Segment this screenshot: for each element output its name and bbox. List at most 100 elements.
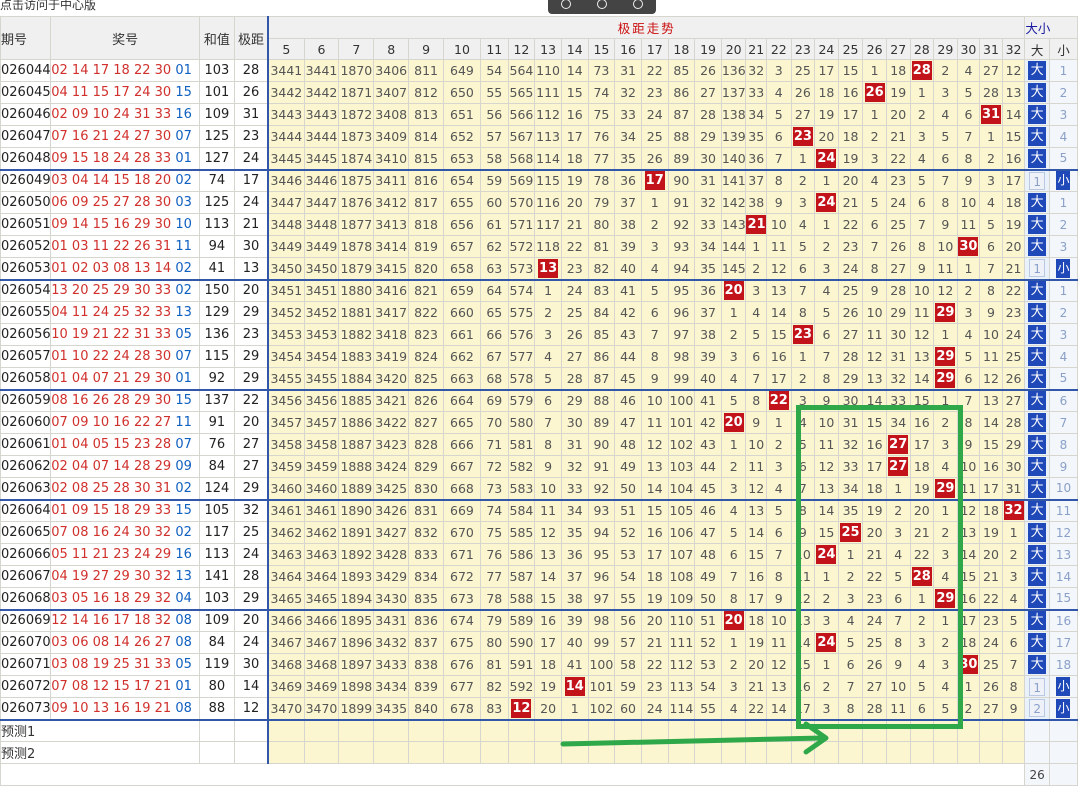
miss-count-cell: 5 [720,521,747,544]
red-balls: 07 09 10 16 22 27 [51,415,172,430]
span-hit-cell: 32 [1001,499,1026,522]
miss-count-cell: 6 [956,103,981,126]
miss-count-cell: 6 [956,367,981,391]
span-col-header: 5 [267,38,305,60]
miss-count-cell: 9 [745,411,767,434]
miss-count-cell: 667 [443,455,481,478]
predict-cell[interactable] [507,719,536,742]
predict-empty[interactable] [198,719,235,742]
miss-count-cell: 18 [534,653,562,676]
miss-count-cell: 37 [694,301,722,324]
miss-count-cell: 27 [837,323,864,346]
predict-cell[interactable] [534,719,562,742]
miss-count-cell: 30 [885,323,911,346]
predict-cell[interactable] [443,741,481,764]
predict-cell[interactable] [479,741,509,764]
predict-cell[interactable] [507,741,536,764]
miss-count-cell: 662 [443,345,481,368]
dx-marker: 大 [1028,523,1047,542]
predict-dx-cell[interactable] [1048,741,1078,764]
miss-count-cell: 68 [479,367,509,391]
predict-cell[interactable] [373,719,410,742]
predict-cell[interactable] [303,741,340,764]
predict-cell[interactable] [373,741,410,764]
red-balls: 01 03 11 22 26 31 [51,239,172,254]
red-balls: 08 16 26 28 29 30 [51,393,172,409]
prize-numbers: 03 06 08 14 26 27 08 [50,631,200,654]
predict-cell[interactable] [862,741,887,764]
predict-cell[interactable] [443,719,481,742]
predict-cell[interactable] [885,741,911,764]
dx-big-cell: 大 [1024,543,1050,566]
miss-count-cell: 824 [408,345,444,368]
predict-cell[interactable] [837,741,864,764]
predict-cell[interactable] [979,719,1003,742]
miss-count-cell: 41 [614,279,642,302]
predict-cell[interactable] [338,741,375,764]
predict-cell[interactable] [479,719,509,742]
zoom-out-icon[interactable] [597,0,607,9]
predict-cell[interactable] [956,741,981,764]
predict-empty[interactable] [233,741,270,764]
miss-count-cell: 15 [560,81,589,104]
miss-count-cell: 3469 [303,675,340,698]
span-col-header: 31 [979,38,1003,60]
span-hit-cell: 20 [720,279,747,302]
predict-cell[interactable] [267,719,305,742]
predict-cell[interactable] [1001,741,1026,764]
predict-dx-cell[interactable] [1048,719,1078,742]
miss-count-cell: 99 [667,367,696,391]
miss-count-cell: 7 [1001,653,1026,676]
predict-cell[interactable] [267,741,305,764]
issue-number: 026051 [0,213,52,236]
miss-count-cell: 15 [745,543,767,566]
miss-count-cell: 4 [862,169,887,192]
blue-ball: 02 [175,525,192,540]
predict-cell[interactable] [338,719,375,742]
miss-count-cell: 591 [507,653,536,676]
predict-dx-cell[interactable] [1024,719,1050,742]
prize-numbers: 10 19 21 22 31 33 05 [50,323,200,346]
miss-count-cell: 109 [667,587,696,611]
predict-cell[interactable] [534,741,562,764]
miss-count-cell: 2 [956,279,981,302]
table-row: 026047 07 16 21 24 27 30 07 125 23 3444 3444 1… [0,125,1078,148]
predict-cell[interactable] [408,741,444,764]
predict-dx-cell[interactable] [1024,741,1050,764]
miss-count-cell: 24 [979,631,1003,654]
span-col-header: 10 [443,38,481,60]
zoom-in-icon[interactable] [561,0,571,9]
red-balls: 03 04 14 15 18 20 [51,173,172,189]
predict-cell[interactable] [303,719,340,742]
miss-count-cell: 11 [933,257,958,281]
span-value: 20 [233,609,270,632]
miss-count-cell: 111 [667,631,696,654]
span-col-header: 17 [640,38,669,60]
miss-count-cell: 75 [479,521,509,544]
miss-count-cell: 1874 [338,147,375,171]
predict-cell[interactable] [979,741,1003,764]
miss-count-cell: 39 [694,345,722,368]
issue-number: 026069 [0,609,52,632]
span-hit-cell: 28 [909,59,935,82]
predict-cell[interactable] [408,719,444,742]
issue-number: 026047 [0,125,52,148]
predict-cell[interactable] [933,741,958,764]
miss-count-cell: 5 [956,345,981,368]
miss-count-cell: 19 [979,521,1003,544]
predict-empty[interactable] [233,719,270,742]
dx-big-cell: 大 [1024,125,1050,148]
zoom-fit-icon[interactable] [633,0,643,9]
miss-count-cell: 28 [979,81,1003,104]
predict-cell[interactable] [1001,719,1026,742]
miss-count-cell: 24 [1001,323,1026,346]
miss-count-cell: 838 [408,653,444,676]
miss-count-cell: 3419 [373,345,410,368]
miss-count-cell: 89 [667,147,696,171]
issue-number: 026064 [0,499,52,522]
predict-empty[interactable] [198,741,235,764]
miss-count-cell: 47 [694,521,722,544]
predict-cell[interactable] [909,741,935,764]
dx-marker: 大 [1028,588,1047,608]
miss-count-cell: 27 [885,257,911,281]
